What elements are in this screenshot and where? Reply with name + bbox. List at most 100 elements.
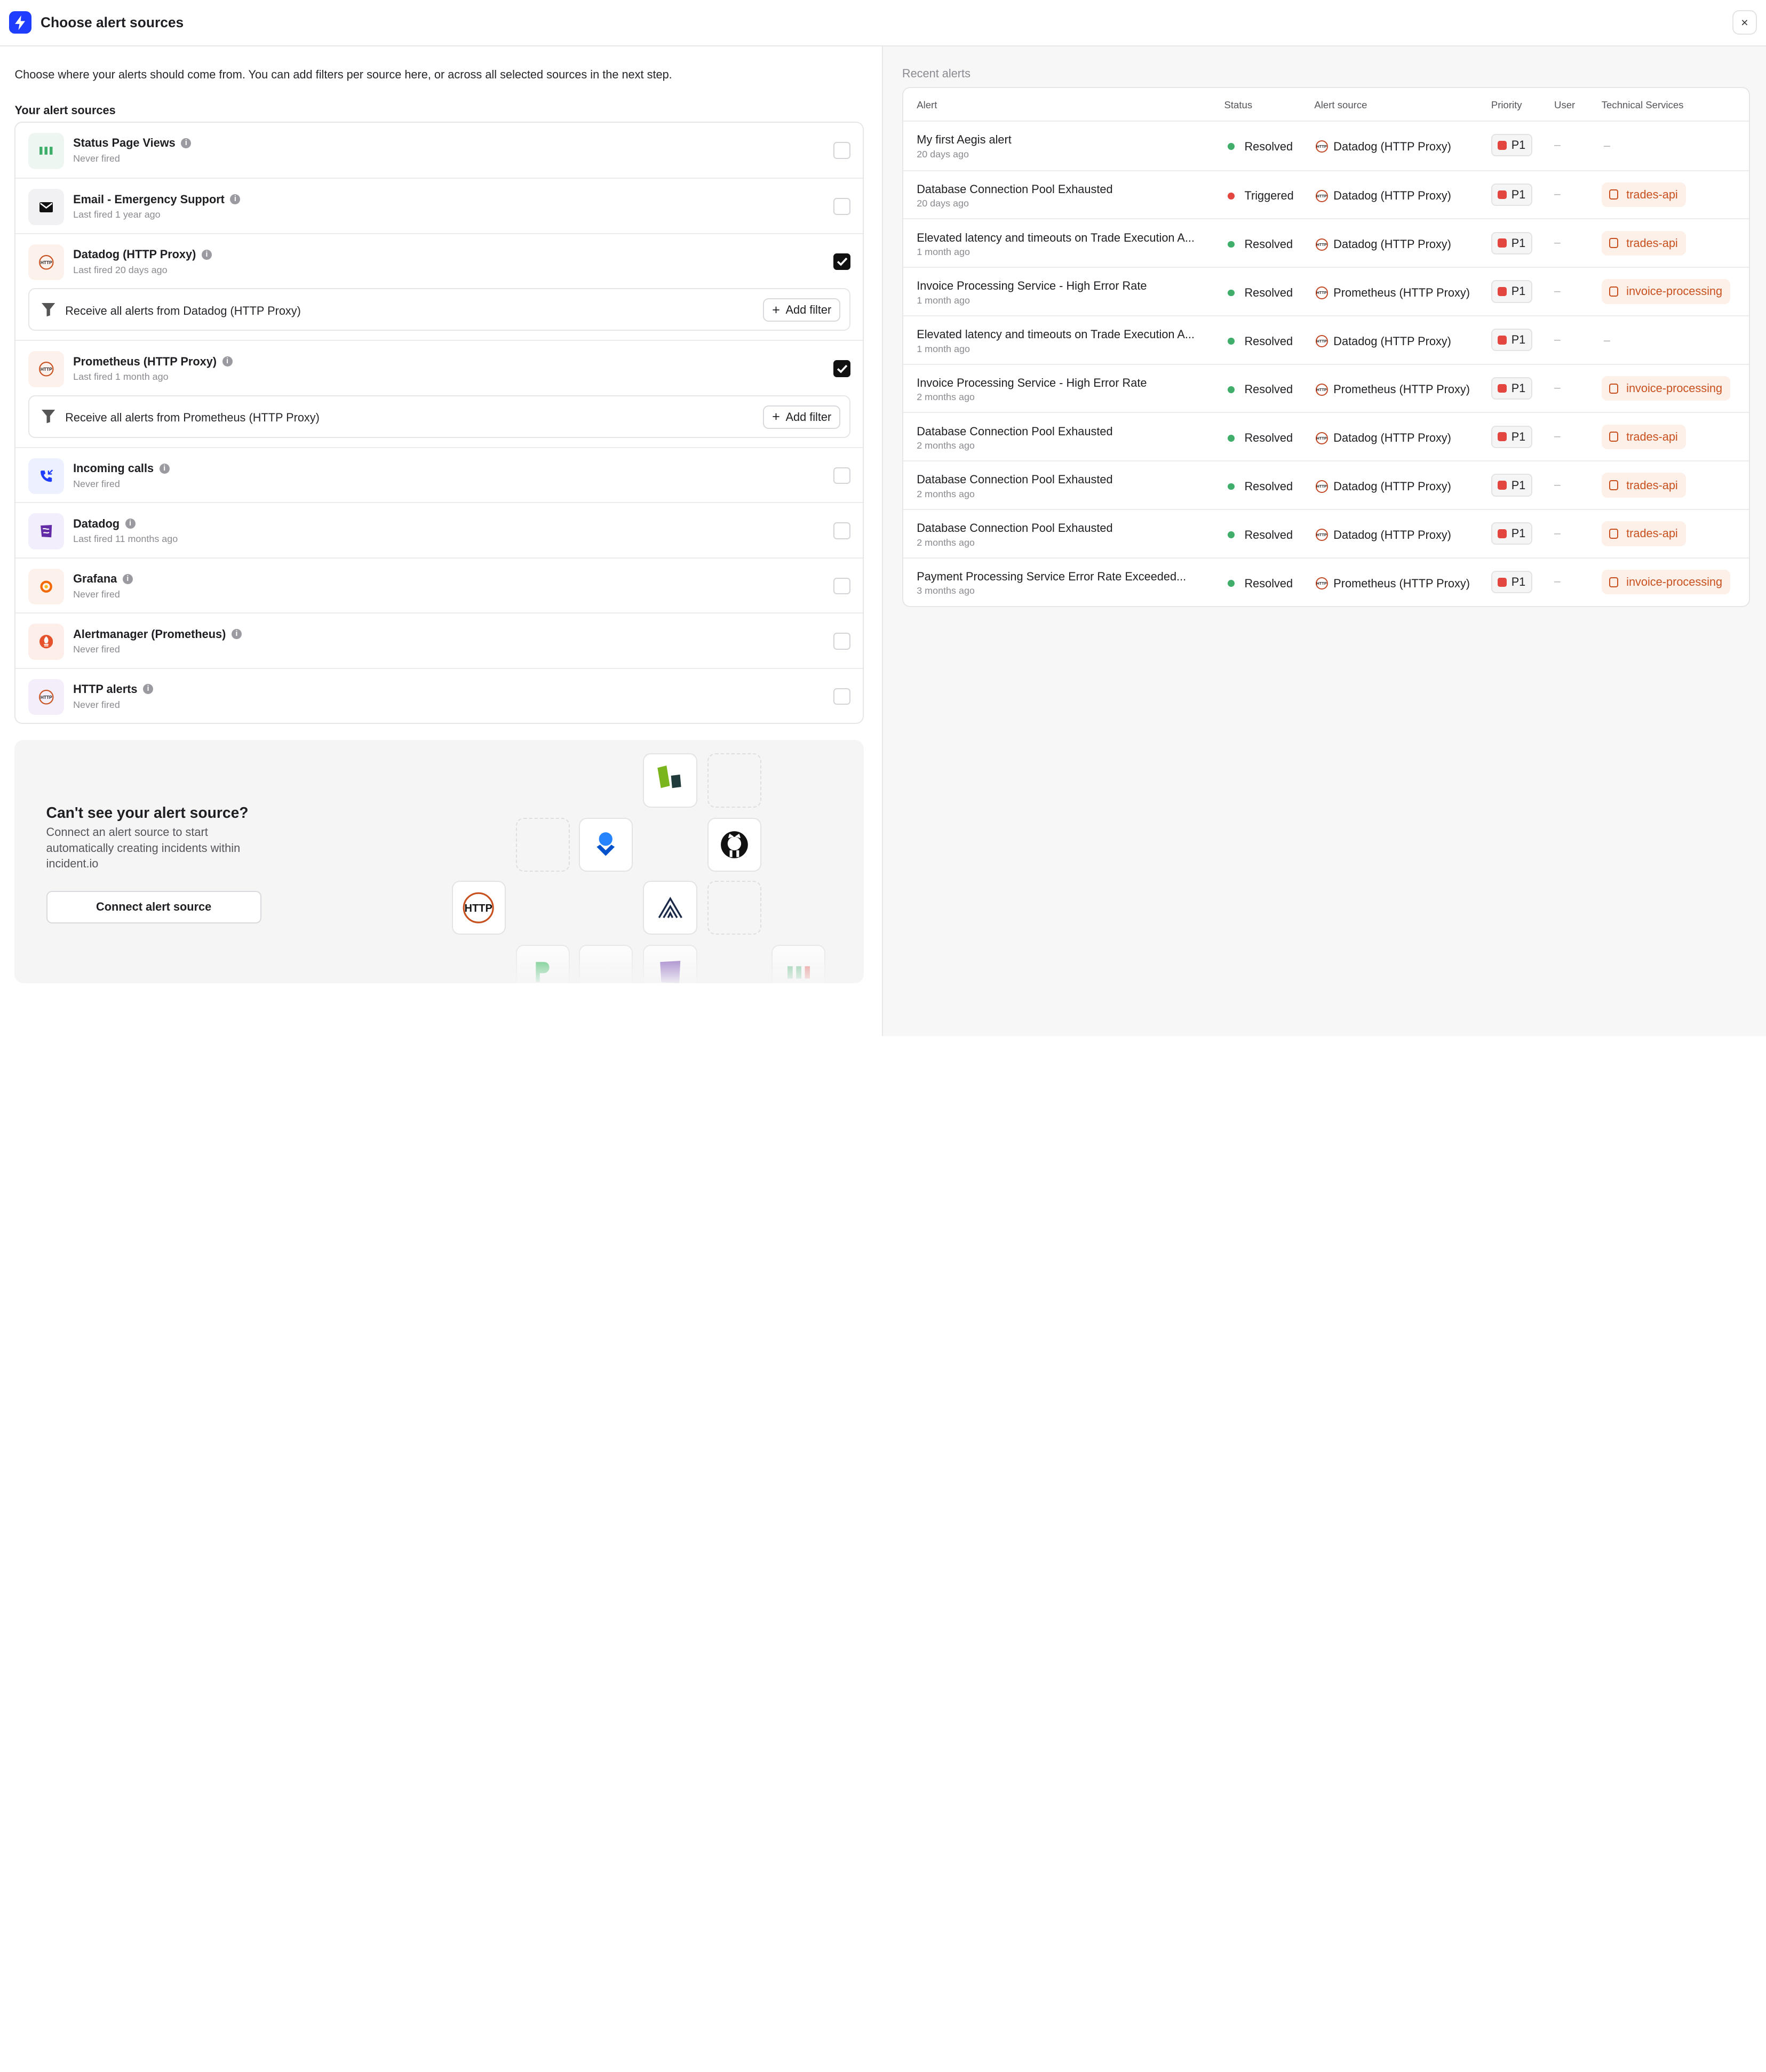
info-icon[interactable]: i [222, 356, 233, 367]
source-checkbox[interactable] [833, 633, 850, 650]
phone-icon [28, 458, 65, 495]
status-badge: Resolved [1227, 480, 1293, 493]
alert-title: Invoice Processing Service - High Error … [917, 376, 1147, 389]
table-row[interactable]: Elevated latency and timeouts on Trade E… [903, 218, 1749, 267]
user-cell: – [1554, 527, 1561, 539]
source-checkbox-checked[interactable] [833, 360, 850, 377]
alert-title: Elevated latency and timeouts on Trade E… [917, 328, 1195, 341]
info-icon[interactable]: i [159, 463, 170, 474]
table-row[interactable]: My first Aegis alert 20 days ago Resolve… [903, 122, 1749, 170]
status-badge: Resolved [1227, 382, 1293, 396]
source-checkbox[interactable] [833, 198, 850, 215]
database-icon [1609, 577, 1619, 587]
http-icon: HTTP [1315, 140, 1328, 153]
alert-source-row[interactable]: Status Page Views i Never fired [15, 123, 863, 178]
user-cell: – [1554, 575, 1561, 588]
technical-service-badge[interactable]: invoice-processing [1601, 376, 1730, 401]
table-row[interactable]: Database Connection Pool Exhausted 20 da… [903, 170, 1749, 219]
info-icon[interactable]: i [122, 573, 133, 584]
alert-source-last-fired: Never fired [73, 644, 120, 655]
status-badge: Resolved [1227, 237, 1293, 251]
technical-service-badge[interactable]: trades-api [1601, 473, 1686, 498]
chronosphere-logo-icon [643, 880, 697, 935]
info-icon[interactable]: i [231, 629, 242, 640]
technical-service-badge[interactable]: invoice-processing [1601, 279, 1730, 304]
plus-icon: + [772, 409, 780, 425]
alert-source: HTTP Prometheus (HTTP Proxy) [1315, 285, 1470, 299]
database-icon [1609, 238, 1619, 249]
alert-age: 2 months ago [917, 537, 975, 548]
table-row[interactable]: Elevated latency and timeouts on Trade E… [903, 315, 1749, 364]
connect-alert-source-button[interactable]: Connect alert source [46, 890, 261, 923]
source-checkbox[interactable] [833, 577, 850, 595]
alert-source-last-fired: Last fired 1 year ago [73, 209, 161, 220]
source-checkbox-checked[interactable] [833, 253, 850, 270]
intro-text: Choose where your alerts should come fro… [14, 67, 672, 81]
alert-age: 1 month ago [917, 246, 970, 258]
status-dot-icon [1227, 338, 1235, 345]
alert-age: 3 months ago [917, 585, 975, 596]
info-icon[interactable]: i [230, 194, 241, 205]
alert-source-name: Datadog (HTTP Proxy) i [73, 248, 212, 261]
alert-source-last-fired: Never fired [73, 478, 120, 489]
alert-source-row[interactable]: HTTP Prometheus (HTTP Proxy) i Last fired… [15, 340, 863, 395]
http-icon: HTTP [1315, 335, 1328, 348]
alert-source: HTTP Datadog (HTTP Proxy) [1315, 237, 1451, 251]
alert-source-row[interactable]: HTTP HTTP alerts i Never fired [15, 667, 863, 723]
info-icon[interactable]: i [125, 519, 136, 529]
table-row[interactable]: Invoice Processing Service - High Error … [903, 267, 1749, 315]
add-filter-button[interactable]: + Add filter [763, 405, 841, 429]
http-icon: HTTP [1315, 529, 1328, 541]
table-row[interactable]: Payment Processing Service Error Rate Ex… [903, 557, 1749, 606]
table-row[interactable]: Database Connection Pool Exhausted 2 mon… [903, 412, 1749, 460]
source-checkbox[interactable] [833, 141, 850, 159]
close-button[interactable]: × [1732, 10, 1757, 35]
placeholder-tile [707, 880, 761, 935]
alert-source-row[interactable]: Incoming calls i Never fired [15, 447, 863, 502]
technical-service-badge[interactable]: trades-api [1601, 521, 1686, 546]
alert-source-row[interactable]: Alertmanager (Prometheus) i Never fired [15, 612, 863, 667]
http-logo-icon: HTTP [451, 880, 506, 935]
alert-source-row[interactable]: Datadog i Last fired 11 months ago [15, 502, 863, 557]
priority-icon [1498, 190, 1507, 200]
source-checkbox[interactable] [833, 688, 850, 705]
technical-service-badge[interactable]: trades-api [1601, 424, 1686, 449]
alert-source-row[interactable]: HTTP Datadog (HTTP Proxy) i Last fired 20… [15, 233, 863, 288]
info-icon[interactable]: i [201, 249, 212, 260]
database-icon [1609, 286, 1619, 297]
technical-service-badge[interactable]: trades-api [1601, 182, 1686, 208]
alert-source-name: Datadog i [73, 517, 136, 531]
http-icon: HTTP [1315, 480, 1328, 493]
technical-service-badge[interactable]: trades-api [1601, 230, 1686, 256]
technical-service-badge[interactable]: invoice-processing [1601, 569, 1730, 595]
user-cell: – [1554, 333, 1561, 346]
svg-text:HTTP: HTTP [40, 367, 52, 372]
alert-source-row[interactable]: Grafana i Never fired [15, 557, 863, 612]
alert-source: HTTP Datadog (HTTP Proxy) [1315, 189, 1451, 203]
table-row[interactable]: Invoice Processing Service - High Error … [903, 363, 1749, 412]
checkmark-icon [837, 364, 847, 373]
table-row[interactable]: Database Connection Pool Exhausted 2 mon… [903, 460, 1749, 509]
table-header: Alert Status Alert source Priority User … [903, 88, 1749, 122]
priority-icon [1498, 384, 1507, 393]
priority-icon [1498, 577, 1507, 587]
alert-source: HTTP Datadog (HTTP Proxy) [1315, 479, 1451, 493]
alert-source: HTTP Datadog (HTTP Proxy) [1315, 431, 1451, 445]
alert-source-row[interactable]: Email - Emergency Support i Last fired 1 … [15, 178, 863, 233]
technical-services-empty: – [1603, 333, 1611, 347]
info-icon[interactable]: i [181, 138, 192, 148]
table-row[interactable]: Database Connection Pool Exhausted 2 mon… [903, 508, 1749, 557]
info-icon[interactable]: i [143, 684, 154, 695]
prometheus-icon [28, 624, 65, 660]
source-checkbox[interactable] [833, 467, 850, 484]
priority-badge: P1 [1491, 377, 1532, 400]
status-dot-icon [1227, 580, 1235, 587]
priority-badge: P1 [1491, 474, 1532, 497]
status-dot-icon [1227, 531, 1235, 539]
alert-title: My first Aegis alert [917, 132, 1012, 146]
alert-source: HTTP Datadog (HTTP Proxy) [1315, 528, 1451, 541]
add-filter-button[interactable]: + Add filter [763, 298, 841, 322]
source-checkbox[interactable] [833, 522, 850, 539]
alert-title: Database Connection Pool Exhausted [917, 424, 1113, 438]
alert-title: Database Connection Pool Exhausted [917, 473, 1113, 487]
